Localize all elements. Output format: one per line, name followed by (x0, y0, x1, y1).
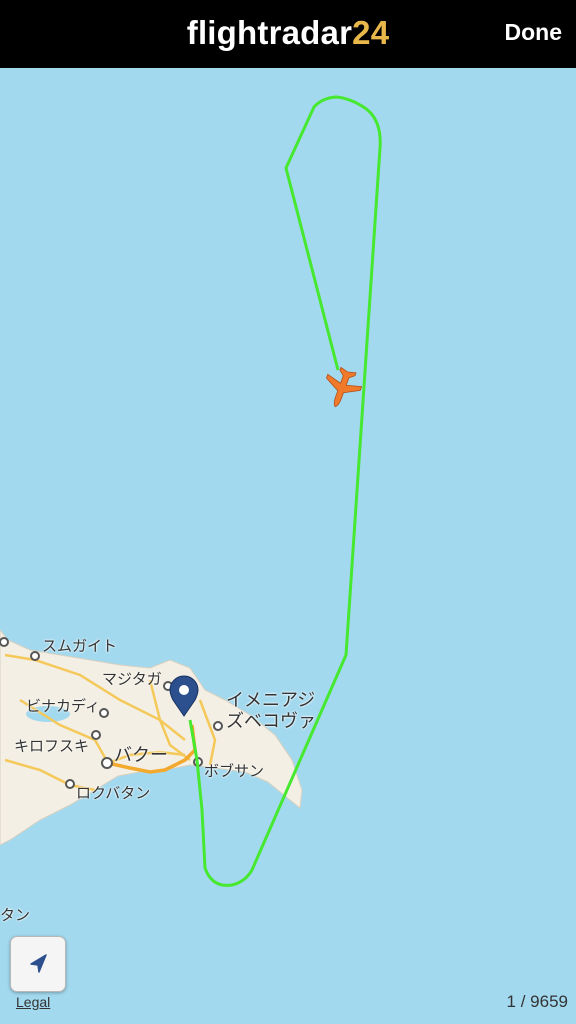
map-label-baku: バクー (114, 745, 168, 765)
map-label-majitaga: マジタガ (102, 671, 162, 688)
top-bar: flightradar24 Done (0, 0, 576, 68)
logo-text: flightradar (186, 14, 353, 51)
position-counter: 1 / 9659 (506, 992, 568, 1011)
map-view[interactable] (0, 0, 576, 1024)
map-label-rokubatan: ロクバタン (76, 785, 151, 802)
locate-button[interactable] (10, 936, 66, 992)
map-label-zubekova: ズベコヴァ (226, 711, 316, 731)
map-label-sumgait: スムガイト (42, 638, 118, 655)
legal-link[interactable]: Legal (16, 994, 50, 1010)
location-arrow-icon (30, 954, 47, 973)
logo-number: 24 (352, 14, 390, 51)
airplane-icon[interactable] (318, 364, 365, 413)
map-label-binakadi: ビナカディ (26, 698, 100, 715)
done-button[interactable]: Done (505, 19, 563, 46)
map-label-tan: タン (0, 907, 31, 924)
flightradar24-logo: flightradar24 (0, 14, 576, 52)
map-label-kirovski: キロフスキ (14, 738, 90, 755)
map-label-bobusan: ボブサン (204, 763, 265, 780)
